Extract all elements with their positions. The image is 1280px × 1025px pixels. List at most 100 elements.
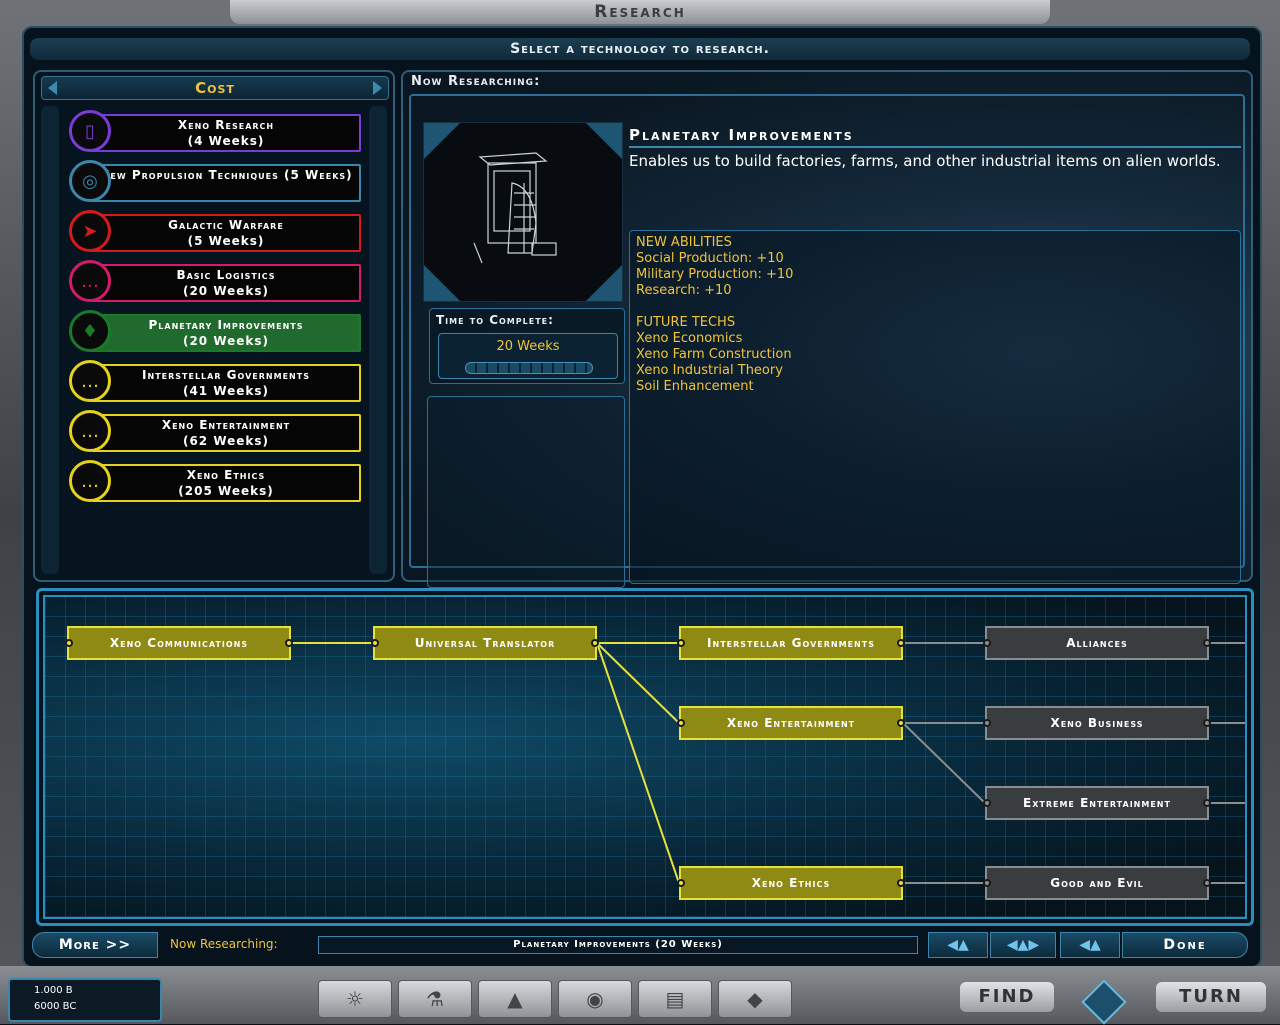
tech-item-box[interactable]: New Propulsion Techniques (5 Weeks) bbox=[91, 164, 361, 202]
weeks-value: 20 Weeks bbox=[496, 339, 560, 354]
tech-item-name: Xeno Research bbox=[177, 118, 275, 132]
weeks-display: 20 Weeks bbox=[438, 333, 618, 379]
find-button[interactable]: FIND bbox=[960, 982, 1054, 1012]
tree-node-universal-translator[interactable]: Universal Translator bbox=[371, 626, 599, 660]
future-tech-item: Xeno Farm Construction bbox=[636, 347, 792, 362]
tech-list-item[interactable]: New Propulsion Techniques (5 Weeks) ◎ bbox=[69, 160, 361, 202]
tree-node-xeno-communications[interactable]: Xeno Communications bbox=[65, 626, 293, 660]
tree-node-good-and-evil[interactable]: Good and Evil bbox=[983, 866, 1211, 900]
bottom-bar: More >> Now Researching: Planetary Impro… bbox=[30, 932, 1250, 958]
connector-line bbox=[596, 642, 680, 724]
tech-list-item[interactable]: Xeno Entertainment (62 Weeks) … bbox=[69, 410, 361, 452]
tech-category-icon: … bbox=[69, 260, 111, 302]
tech-tree-grid[interactable]: Xeno Communications Universal Translator… bbox=[43, 595, 1247, 919]
future-tech-item: Xeno Economics bbox=[636, 331, 743, 346]
tree-node-xeno-ethics[interactable]: Xeno Ethics bbox=[677, 866, 905, 900]
tech-item-box[interactable]: Basic Logistics (20 Weeks) bbox=[91, 264, 361, 302]
population-value: 1.000 B bbox=[34, 985, 73, 996]
globe-icon[interactable]: ◉ bbox=[558, 980, 632, 1018]
tech-detail-frame: Time to Complete: 20 Weeks Planetary Imp… bbox=[409, 94, 1245, 588]
tech-list-item[interactable]: Galactic Warfare (5 Weeks) ➤ bbox=[69, 210, 361, 252]
ability-item: Military Production: +10 bbox=[636, 267, 794, 282]
tech-list-item[interactable]: Interstellar Governments (41 Weeks) … bbox=[69, 360, 361, 402]
tech-item-box[interactable]: Xeno Research (4 Weeks) bbox=[91, 114, 361, 152]
tech-list-item[interactable]: Xeno Research (4 Weeks) ▯ bbox=[69, 110, 361, 152]
tech-category-icon: … bbox=[69, 460, 111, 502]
node-connector-dot bbox=[1203, 639, 1211, 647]
sort-next-arrow-icon[interactable] bbox=[373, 81, 382, 95]
planets-icon[interactable]: ▲ bbox=[478, 980, 552, 1018]
ability-item: Research: +10 bbox=[636, 283, 732, 298]
empty-slot bbox=[427, 396, 625, 588]
connector-line bbox=[596, 642, 680, 884]
tech-item-weeks: (20 Weeks) bbox=[182, 284, 270, 298]
tree-node-xeno-business[interactable]: Xeno Business bbox=[983, 706, 1211, 740]
tree-node-xeno-entertainment[interactable]: Xeno Entertainment bbox=[677, 706, 905, 740]
factory-wireframe-icon bbox=[473, 152, 557, 264]
tech-item-box[interactable]: Xeno Ethics (205 Weeks) bbox=[91, 464, 361, 502]
tech-title: Planetary Improvements bbox=[629, 126, 854, 144]
tech-description: Enables us to build factories, farms, an… bbox=[629, 152, 1221, 170]
ships-icon[interactable]: ◆ bbox=[718, 980, 792, 1018]
node-connector-dot bbox=[897, 879, 905, 887]
more-button[interactable]: More >> bbox=[32, 932, 158, 958]
node-connector-dot bbox=[1203, 879, 1211, 887]
tree-node-extreme-entertainment[interactable]: Extreme Entertainment bbox=[983, 786, 1211, 820]
tech-category-icon: … bbox=[69, 360, 111, 402]
tech-category-icon: … bbox=[69, 410, 111, 452]
connector-line bbox=[902, 722, 986, 804]
tech-item-weeks: (62 Weeks) bbox=[182, 434, 270, 448]
sort-header: Cost bbox=[41, 76, 389, 100]
node-connector-dot bbox=[677, 639, 685, 647]
flask-queue-icon[interactable]: ◀▲▶ bbox=[990, 932, 1056, 958]
tree-node-interstellar-governments[interactable]: Interstellar Governments bbox=[677, 626, 905, 660]
tech-item-box[interactable]: Interstellar Governments (41 Weeks) bbox=[91, 364, 361, 402]
ability-item: Social Production: +10 bbox=[636, 251, 784, 266]
tech-item-name: Interstellar Governments bbox=[142, 368, 310, 382]
node-connector-dot bbox=[983, 799, 991, 807]
node-connector-dot bbox=[983, 719, 991, 727]
tech-list-item[interactable]: Basic Logistics (20 Weeks)… bbox=[69, 260, 361, 302]
node-connector-dot bbox=[983, 879, 991, 887]
tech-list-item[interactable]: Planetary Improvements (20 Weeks) ♦ bbox=[69, 310, 361, 352]
flask-next-icon[interactable]: ◀▲ bbox=[1060, 932, 1120, 958]
tech-category-icon: ▯ bbox=[69, 110, 111, 152]
tech-item-name: New Propulsion Techniques (5 Weeks) bbox=[99, 168, 353, 182]
tech-item-name: Planetary Improvements bbox=[148, 318, 304, 332]
time-to-complete-box: Time to Complete: 20 Weeks bbox=[429, 308, 625, 384]
flask-prev-icon[interactable]: ◀▲ bbox=[928, 932, 988, 958]
bottom-now-researching-label: Now Researching: bbox=[170, 937, 278, 951]
research-flask-icon[interactable]: ⚗ bbox=[398, 980, 472, 1018]
tech-item-name: Xeno Entertainment bbox=[161, 418, 291, 432]
tech-item-box[interactable]: Planetary Improvements (20 Weeks) bbox=[91, 314, 361, 352]
tech-item-box[interactable]: Galactic Warfare (5 Weeks) bbox=[91, 214, 361, 252]
tech-item-box[interactable]: Xeno Entertainment (62 Weeks) bbox=[91, 414, 361, 452]
empire-stats: 1.000 B 6000 BC bbox=[8, 978, 162, 1022]
window-title-bar: Research bbox=[230, 0, 1050, 24]
sort-prev-arrow-icon[interactable] bbox=[48, 81, 57, 95]
title-divider bbox=[629, 146, 1241, 148]
tech-item-weeks: (20 Weeks) bbox=[182, 334, 270, 348]
tech-list-item[interactable]: Xeno Ethics (205 Weeks)… bbox=[69, 460, 361, 502]
tech-item-name: Galactic Warfare bbox=[168, 218, 284, 232]
tech-tree-panel: Xeno Communications Universal Translator… bbox=[36, 588, 1254, 926]
node-connector-dot bbox=[677, 879, 685, 887]
future-tech-item: Soil Enhancement bbox=[636, 379, 754, 394]
done-button[interactable]: Done bbox=[1122, 932, 1248, 958]
future-tech-item: Xeno Industrial Theory bbox=[636, 363, 783, 378]
tech-info-box: NEW ABILITIES Social Production: +10 Mil… bbox=[629, 230, 1241, 584]
future-techs-header: FUTURE TECHS bbox=[636, 315, 736, 330]
instruction-text: Select a technology to research. bbox=[510, 41, 770, 57]
now-researching-label: Now Researching: bbox=[411, 74, 541, 89]
tech-item-weeks: (41 Weeks) bbox=[182, 384, 270, 398]
tree-node-alliances[interactable]: Alliances bbox=[983, 626, 1211, 660]
credits-value: 6000 BC bbox=[34, 1001, 77, 1012]
galaxy-icon[interactable]: ☼ bbox=[318, 980, 392, 1018]
chart-icon[interactable]: ▤ bbox=[638, 980, 712, 1018]
turn-button[interactable]: TURN bbox=[1156, 982, 1266, 1012]
tech-item-name: Xeno Ethics bbox=[186, 468, 266, 482]
node-connector-dot bbox=[1203, 799, 1211, 807]
now-researching-panel: Now Researching: Time to Complete: 20 We… bbox=[401, 70, 1253, 588]
sort-label[interactable]: Cost bbox=[195, 79, 235, 97]
